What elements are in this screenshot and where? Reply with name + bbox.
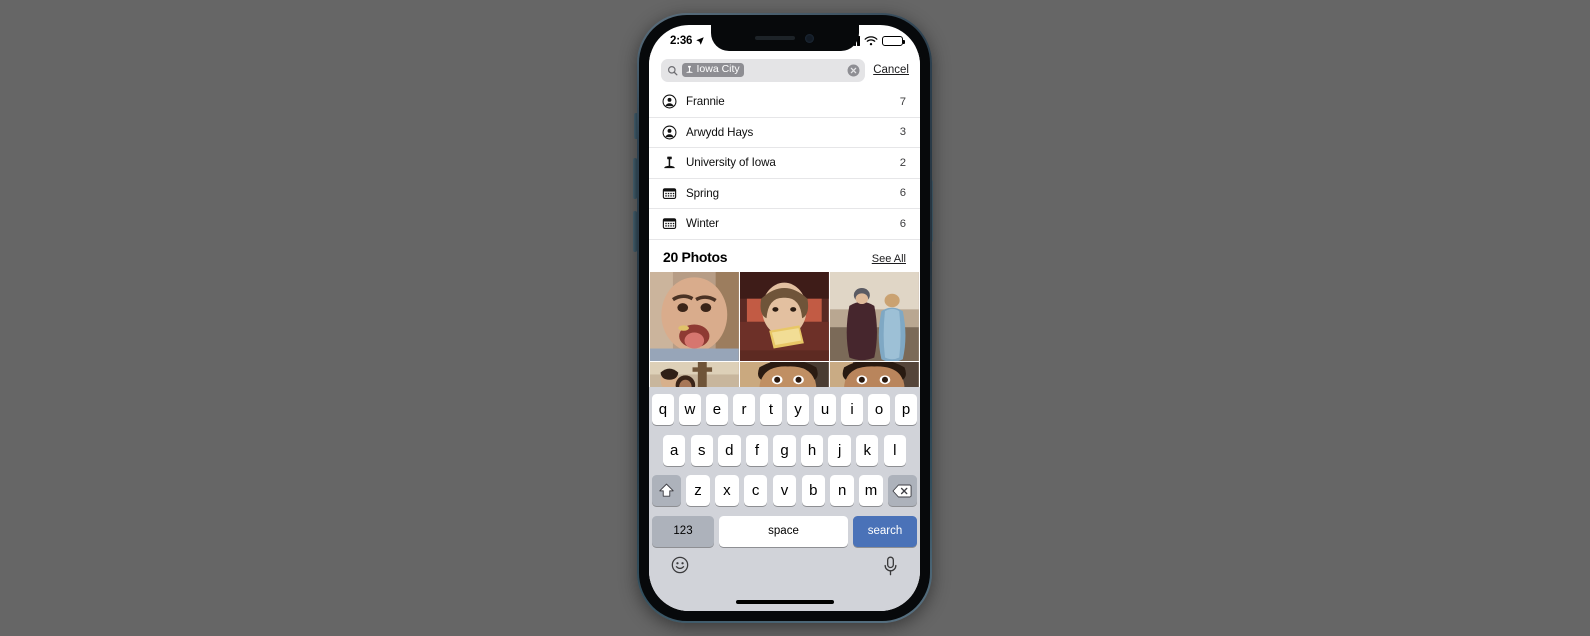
microphone-icon[interactable] [883, 555, 898, 576]
search-icon [668, 65, 678, 75]
photo-grid [649, 271, 920, 395]
key-w[interactable]: w [679, 394, 701, 425]
phone-bezel: 2:36 Iowa City Cancel Frannie 7 Arwydd H… [639, 15, 930, 621]
key-g[interactable]: g [773, 434, 796, 466]
photo-thumbnail[interactable] [740, 271, 829, 361]
battery-icon [882, 35, 906, 47]
key-d[interactable]: d [718, 434, 741, 466]
result-count: 2 [899, 156, 906, 169]
key-m[interactable]: m [859, 475, 883, 506]
calendar-icon [662, 216, 677, 231]
key-a[interactable]: a [663, 434, 686, 466]
signpost-icon [686, 65, 693, 73]
key-b[interactable]: b [801, 475, 826, 506]
keyboard-row-4: 123 space search [649, 515, 920, 547]
location-arrow-icon [696, 37, 704, 45]
key-h[interactable]: h [800, 434, 824, 466]
key-e[interactable]: e [706, 394, 728, 425]
key-l[interactable]: l [883, 434, 907, 466]
result-row-arwydd-hays[interactable]: Arwydd Hays 3 [649, 118, 920, 148]
key-n[interactable]: n [830, 475, 854, 506]
key-v[interactable]: v [772, 475, 797, 506]
backspace-key[interactable] [887, 475, 917, 506]
key-k[interactable]: k [856, 434, 879, 466]
key-c[interactable]: c [743, 475, 768, 506]
key-s[interactable]: s [690, 434, 713, 466]
keyboard-row-2: a s d f g h j k l [649, 434, 920, 466]
result-label: University of Iowa [686, 156, 776, 170]
shift-key[interactable] [652, 475, 681, 506]
emoji-icon[interactable] [671, 556, 689, 574]
person-circle-icon [662, 125, 677, 140]
key-f[interactable]: f [745, 434, 769, 466]
result-count: 6 [899, 187, 906, 200]
result-row-frannie[interactable]: Frannie 7 [649, 87, 920, 118]
photos-count-title: 20 Photos [663, 248, 728, 265]
space-key[interactable]: space [719, 515, 848, 547]
device-notch [710, 25, 859, 51]
phone-device-frame: 2:36 Iowa City Cancel Frannie 7 Arwydd H… [637, 13, 932, 623]
photo-thumbnail[interactable] [650, 271, 739, 361]
key-z[interactable]: z [686, 475, 710, 506]
key-x[interactable]: x [715, 475, 739, 506]
key-r[interactable]: r [733, 394, 755, 425]
search-bar: Iowa City Cancel [649, 53, 920, 87]
key-o[interactable]: o [868, 394, 890, 425]
result-label: Frannie [686, 95, 725, 109]
key-y[interactable]: y [787, 394, 809, 425]
backspace-icon [893, 484, 913, 497]
calendar-icon [662, 186, 677, 201]
result-row-spring[interactable]: Spring 6 [649, 179, 920, 209]
signpost-icon [662, 155, 677, 170]
earpiece-speaker-icon [755, 36, 795, 40]
front-camera-icon [805, 33, 814, 43]
photos-section-header: 20 Photos See All [649, 239, 920, 272]
photo-thumbnail[interactable] [830, 271, 919, 361]
clear-circle-icon[interactable] [847, 64, 860, 77]
result-count: 3 [899, 126, 906, 139]
key-j[interactable]: j [828, 434, 851, 466]
result-label: Arwydd Hays [686, 125, 754, 139]
search-token-label: Iowa City [696, 63, 740, 76]
result-row-winter[interactable]: Winter 6 [649, 209, 920, 240]
key-i[interactable]: i [841, 394, 863, 425]
home-indicator[interactable] [735, 599, 834, 604]
keyboard-row-1: q w e r t y u i o p [649, 394, 920, 425]
result-count: 6 [899, 217, 906, 230]
person-circle-icon [662, 94, 677, 109]
phone-screen: 2:36 Iowa City Cancel Frannie 7 Arwydd H… [649, 25, 920, 611]
wifi-icon [864, 35, 878, 45]
key-u[interactable]: u [814, 394, 836, 425]
search-token-iowa-city[interactable]: Iowa City [682, 63, 744, 77]
result-label: Winter [686, 217, 719, 231]
search-results-list: Frannie 7 Arwydd Hays 3 University of Io… [649, 87, 920, 395]
search-input[interactable]: Iowa City [661, 58, 866, 82]
on-screen-keyboard: q w e r t y u i o p a s d f g h j k l z … [649, 387, 920, 611]
screenshot-canvas: 2:36 Iowa City Cancel Frannie 7 Arwydd H… [0, 0, 1590, 636]
result-row-university-of-iowa[interactable]: University of Iowa 2 [649, 148, 920, 179]
result-label: Spring [686, 186, 719, 200]
key-q[interactable]: q [652, 394, 674, 425]
status-bar-left: 2:36 [670, 35, 705, 47]
search-key[interactable]: search [853, 515, 917, 547]
key-t[interactable]: t [760, 394, 782, 425]
status-time: 2:36 [670, 35, 693, 47]
cancel-button[interactable]: Cancel [873, 64, 909, 76]
key-p[interactable]: p [895, 394, 917, 425]
result-count: 7 [899, 95, 906, 108]
keyboard-row-3: z x c v b n m [649, 475, 920, 506]
see-all-button[interactable]: See All [872, 253, 906, 265]
numeric-key[interactable]: 123 [652, 515, 714, 547]
shift-icon [659, 483, 674, 497]
